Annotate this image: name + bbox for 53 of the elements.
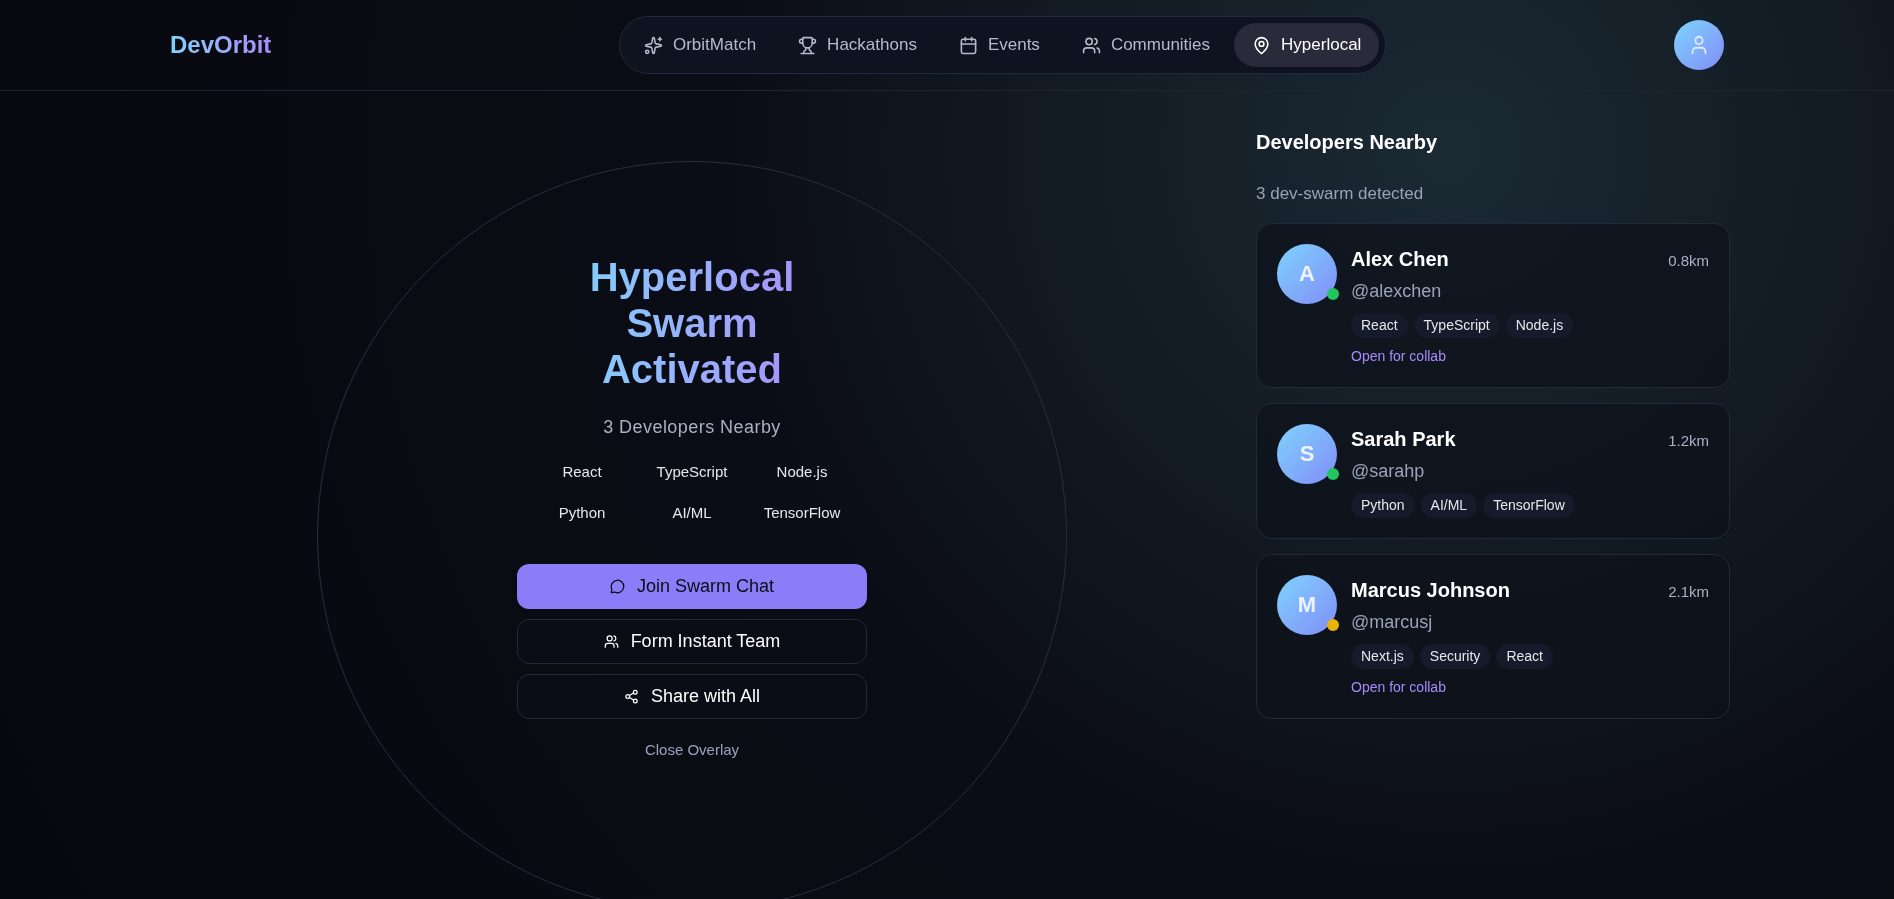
developer-card[interactable]: A Alex Chen 0.8km @alexchen React TypeScript Node.js Open for collab <box>1256 222 1730 388</box>
skill-label: React <box>561 462 603 482</box>
skill-tag: React <box>1351 312 1408 338</box>
profile-avatar[interactable] <box>1674 20 1724 70</box>
trophy-icon <box>798 35 818 55</box>
distance-label: 0.8km <box>1668 250 1709 271</box>
developer-avatar: M <box>1277 574 1337 635</box>
skill-label: Node.js <box>775 462 829 482</box>
nav-tab[interactable]: Hackathons <box>780 23 935 67</box>
share-icon <box>623 689 639 704</box>
users-icon <box>1081 35 1101 55</box>
skill-tag: Security <box>1419 643 1491 669</box>
skill-label: TensorFlow <box>762 502 842 523</box>
skill-tag: React <box>1496 643 1553 669</box>
developer-handle: @alexchen <box>1351 279 1443 303</box>
distance-label: 1.2km <box>1668 430 1709 451</box>
developer-card[interactable]: S Sarah Park 1.2km @sarahp Python AI/ML TensorFlow <box>1256 402 1730 539</box>
chat-bubble-icon <box>609 579 625 594</box>
developer-avatar: S <box>1277 423 1337 484</box>
skill-label: TypeScript <box>655 462 729 482</box>
skill-label: AI/ML <box>671 502 713 523</box>
skill-tag: TensorFlow <box>1483 492 1575 518</box>
action-button[interactable]: Form Instant Team <box>517 619 867 664</box>
skill-tag: Python <box>1351 492 1415 518</box>
swarm-count: 3 dev-swarm detected <box>1256 183 1425 205</box>
skill-tag: TypeScript <box>1413 312 1500 338</box>
nav-tab[interactable]: Communities <box>1063 23 1229 67</box>
skill-tag: Node.js <box>1505 312 1574 338</box>
distance-label: 2.1km <box>1668 581 1709 602</box>
close-overlay-link[interactable]: Close Overlay <box>644 739 740 762</box>
developer-handle: @sarahp <box>1351 459 1426 483</box>
panel-title: Developers Nearby <box>1256 130 1439 155</box>
nav-tab[interactable]: OrbitMatch <box>625 23 775 67</box>
users-icon <box>603 634 619 649</box>
skill-tag: AI/ML <box>1420 492 1478 518</box>
developer-name: Alex Chen <box>1351 246 1449 272</box>
developer-card[interactable]: M Marcus Johnson 2.1km @marcusj Next.js Security React Open for collab <box>1256 553 1730 719</box>
developer-name: Sarah Park <box>1351 426 1456 452</box>
sparkles-icon <box>643 35 663 55</box>
nav-tab[interactable]: Events <box>940 23 1058 67</box>
calendar-icon <box>958 35 978 55</box>
overlay-subtitle: 3 Developers Nearby <box>603 416 781 439</box>
action-button[interactable]: Share with All <box>517 674 867 719</box>
skill-label: Python <box>557 502 607 523</box>
map-pin-icon <box>1252 35 1272 55</box>
action-button[interactable]: Join Swarm Chat <box>517 564 867 609</box>
developer-handle: @marcusj <box>1351 610 1434 634</box>
developer-name: Marcus Johnson <box>1351 577 1510 603</box>
collab-status: Open for collab <box>1351 346 1447 366</box>
skill-tag: Next.js <box>1351 643 1414 669</box>
nav-tab[interactable]: Hyperlocal <box>1234 23 1380 67</box>
developer-avatar: A <box>1277 243 1337 304</box>
collab-status: Open for collab <box>1351 677 1447 697</box>
